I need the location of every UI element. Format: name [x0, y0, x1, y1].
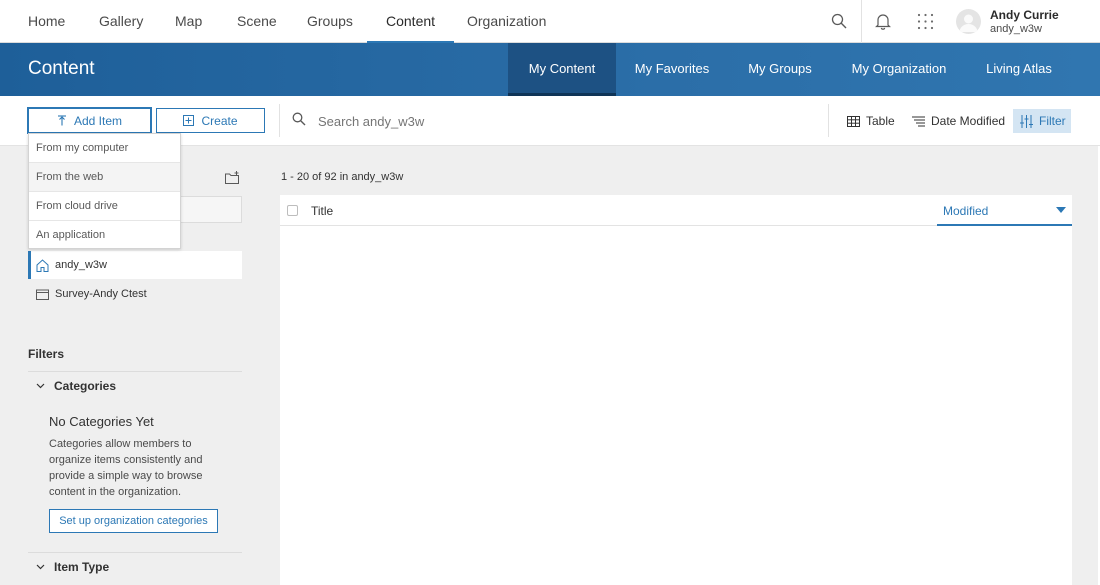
nav-divider: [861, 0, 862, 43]
tab-my-content[interactable]: My Content: [508, 43, 616, 96]
table-view-button[interactable]: Table: [847, 109, 895, 133]
folder-label: andy_w3w: [55, 259, 107, 271]
sort-label: Date Modified: [931, 114, 1006, 128]
upload-icon: [57, 115, 66, 126]
search-input[interactable]: [318, 110, 798, 132]
user-username[interactable]: andy_w3w: [990, 23, 1042, 35]
column-title[interactable]: Title: [311, 204, 333, 218]
divider: [28, 552, 242, 553]
folder-label: Survey-Andy Ctest: [55, 288, 147, 300]
add-item-button[interactable]: Add Item: [28, 108, 151, 133]
select-all-checkbox[interactable]: [287, 205, 298, 216]
chevron-down-icon: [36, 383, 45, 389]
menu-item-from-computer[interactable]: From my computer: [29, 134, 180, 163]
apps-grid-icon[interactable]: [915, 11, 935, 31]
divider: [28, 371, 242, 372]
create-button[interactable]: Create: [156, 108, 265, 133]
nav-gallery[interactable]: Gallery: [99, 0, 143, 43]
table-label: Table: [866, 114, 895, 128]
avatar[interactable]: [956, 9, 981, 34]
sort-lines-icon: [912, 116, 925, 126]
filter-button[interactable]: Filter: [1013, 109, 1071, 133]
content-list: Title Modified: [280, 195, 1072, 585]
nav-home[interactable]: Home: [28, 0, 65, 43]
user-avatar-icon: [959, 14, 978, 32]
no-categories-description: Categories allow members to organize ite…: [49, 438, 203, 498]
sort-button[interactable]: Date Modified: [912, 109, 1005, 133]
tab-my-favorites[interactable]: My Favorites: [616, 43, 728, 96]
create-label: Create: [201, 113, 238, 128]
page-title: Content: [28, 58, 95, 79]
column-modified-sort[interactable]: Modified: [937, 195, 1072, 226]
user-name[interactable]: Andy Currie: [990, 8, 1059, 22]
caret-down-icon: [1056, 207, 1066, 213]
toolbar-divider: [828, 104, 829, 137]
add-item-menu: From my computer From the web From cloud…: [28, 133, 181, 249]
filter-label: Filter: [1039, 114, 1066, 128]
nav-organization[interactable]: Organization: [467, 0, 546, 43]
folder-andy-w3w[interactable]: andy_w3w: [28, 251, 242, 279]
folder-survey-andy-ctest[interactable]: Survey-Andy Ctest: [28, 280, 242, 308]
table-icon: [847, 115, 860, 127]
filters-heading: Filters: [28, 347, 65, 361]
categories-label: Categories: [54, 379, 117, 393]
bell-icon[interactable]: [873, 11, 893, 31]
search-icon[interactable]: [829, 11, 849, 31]
chevron-down-icon: [36, 564, 45, 570]
tab-my-groups[interactable]: My Groups: [728, 43, 832, 96]
nav-scene[interactable]: Scene: [237, 0, 277, 43]
new-folder-icon[interactable]: [225, 171, 240, 187]
content-header: Content My Content My Favorites My Group…: [0, 43, 1100, 96]
item-type-label: Item Type: [54, 560, 110, 574]
tab-living-atlas[interactable]: Living Atlas: [966, 43, 1072, 96]
setup-categories-button[interactable]: Set up organization categories: [49, 509, 218, 533]
plus-square-icon: [183, 115, 195, 126]
result-count: 1 - 20 of 92 in andy_w3w: [281, 171, 404, 183]
folder-icon: [36, 289, 49, 300]
home-icon: [36, 258, 49, 272]
item-type-toggle[interactable]: Item Type: [36, 560, 109, 574]
column-modified-label: Modified: [943, 204, 989, 218]
add-item-label: Add Item: [73, 113, 123, 128]
top-navigation: Home Gallery Map Scene Groups Content Or…: [0, 0, 1100, 43]
nav-groups[interactable]: Groups: [307, 0, 353, 43]
menu-item-from-web[interactable]: From the web: [29, 163, 180, 192]
filter-sliders-icon: [1020, 114, 1033, 128]
nav-map[interactable]: Map: [175, 0, 202, 43]
no-categories-title: No Categories Yet: [49, 414, 154, 429]
categories-toggle[interactable]: Categories: [36, 379, 116, 393]
nav-content[interactable]: Content: [366, 0, 455, 43]
toolbar-divider: [279, 104, 280, 137]
menu-item-from-cloud-drive[interactable]: From cloud drive: [29, 192, 180, 221]
search-icon: [292, 112, 306, 129]
list-header: Title Modified: [280, 195, 1072, 226]
menu-item-application[interactable]: An application: [29, 221, 180, 250]
tab-my-organization[interactable]: My Organization: [832, 43, 966, 96]
